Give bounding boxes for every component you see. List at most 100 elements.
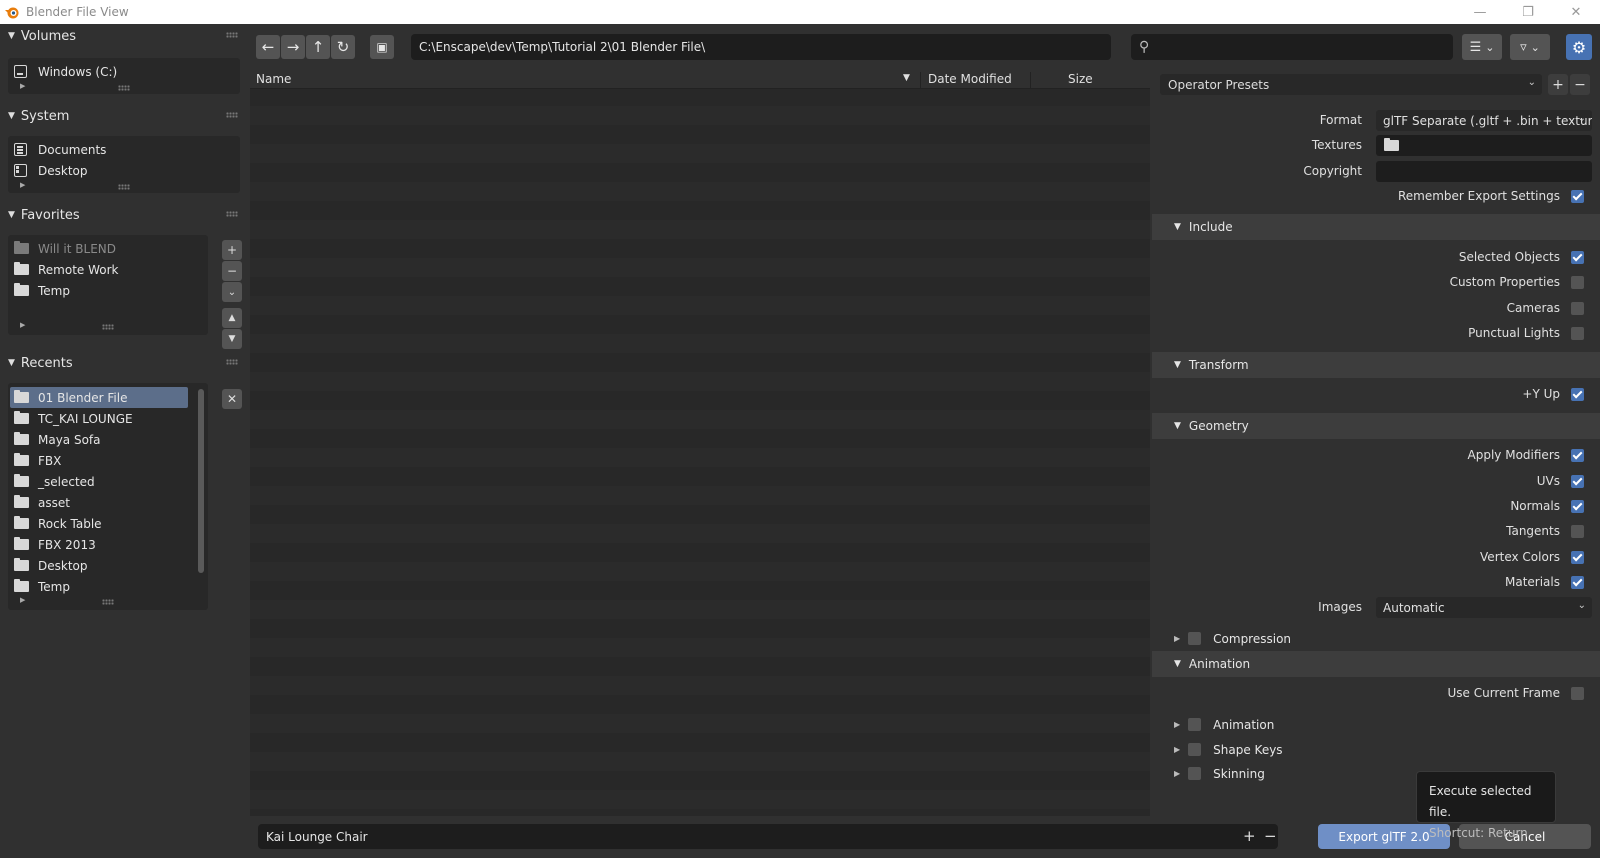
- operator-presets-dropdown[interactable]: Operator Presets ⌄: [1160, 74, 1542, 95]
- filename-input[interactable]: Kai Lounge Chair + −: [258, 824, 1278, 849]
- sidebar-item-tc-kai-lounge[interactable]: TC_KAI LOUNGE: [8, 408, 208, 429]
- sidebar-item-rock-table[interactable]: Rock Table: [8, 513, 208, 534]
- move-up-button[interactable]: ▲: [222, 308, 242, 328]
- copyright-input[interactable]: [1376, 161, 1592, 182]
- textures-input[interactable]: [1376, 135, 1592, 156]
- shape-keys-subpanel[interactable]: ▶ Shape Keys: [1152, 737, 1600, 762]
- increment-filename-button[interactable]: +: [1243, 827, 1256, 845]
- clear-recents-button[interactable]: ✕: [222, 389, 242, 409]
- selected-objects-checkbox[interactable]: [1571, 251, 1584, 264]
- normals-row[interactable]: Normals: [1152, 494, 1600, 519]
- tangents-row[interactable]: Tangents: [1152, 519, 1600, 544]
- add-preset-button[interactable]: +: [1548, 74, 1568, 95]
- resize-grip-icon[interactable]: [102, 324, 114, 330]
- vertex-colors-checkbox[interactable]: [1571, 551, 1584, 564]
- search-input[interactable]: ⚲: [1131, 34, 1453, 60]
- sidebar-item-fbx-2013[interactable]: FBX 2013: [8, 534, 208, 555]
- sidebar-item-asset[interactable]: asset: [8, 492, 208, 513]
- column-separator[interactable]: [920, 72, 921, 89]
- favorites-header[interactable]: ▼ Favorites: [0, 203, 248, 227]
- sidebar-item-01-blender-file[interactable]: 01 Blender File: [10, 387, 188, 408]
- sidebar-item-temp-recent[interactable]: Temp: [8, 576, 208, 597]
- punctual-lights-row[interactable]: Punctual Lights: [1152, 321, 1600, 346]
- animation-checkbox[interactable]: [1188, 718, 1202, 731]
- refresh-button[interactable]: ↻: [331, 35, 355, 59]
- drag-grip-icon[interactable]: [226, 211, 238, 217]
- y-up-checkbox[interactable]: [1571, 388, 1584, 401]
- sidebar-item-will-it-blend[interactable]: Will it BLEND: [8, 238, 208, 259]
- animation-section-header[interactable]: ▼ Animation: [1152, 651, 1600, 677]
- uvs-checkbox[interactable]: [1571, 475, 1584, 488]
- recents-header[interactable]: ▼ Recents: [0, 351, 248, 375]
- sidebar-item-desktop-recent[interactable]: Desktop: [8, 555, 208, 576]
- transform-section-header[interactable]: ▼ Transform: [1152, 352, 1600, 378]
- materials-checkbox[interactable]: [1571, 576, 1584, 589]
- settings-toggle-button[interactable]: ⚙: [1566, 34, 1592, 60]
- remove-favorite-button[interactable]: −: [222, 261, 242, 281]
- shape-keys-checkbox[interactable]: [1188, 743, 1202, 756]
- column-name[interactable]: Name: [256, 72, 291, 86]
- restore-icon[interactable]: ❐: [1504, 0, 1552, 24]
- animation-subpanel[interactable]: ▶ Animation: [1152, 712, 1600, 737]
- remember-export-settings-checkbox[interactable]: [1571, 190, 1584, 203]
- back-button[interactable]: ←: [256, 35, 280, 59]
- drag-grip-icon[interactable]: [226, 32, 238, 38]
- apply-modifiers-checkbox[interactable]: [1571, 449, 1584, 462]
- materials-row[interactable]: Materials: [1152, 570, 1600, 595]
- expand-right-icon[interactable]: ▶: [20, 82, 25, 90]
- directory-path-input[interactable]: C:\Enscape\dev\Temp\Tutorial 2\01 Blende…: [411, 34, 1111, 60]
- sort-descending-icon[interactable]: ▼: [903, 73, 910, 83]
- y-up-row[interactable]: +Y Up: [1152, 382, 1600, 407]
- favorites-menu-button[interactable]: ⌄: [222, 282, 242, 302]
- cameras-row[interactable]: Cameras: [1152, 296, 1600, 321]
- selected-objects-row[interactable]: Selected Objects: [1152, 245, 1600, 270]
- sidebar-item-fbx[interactable]: FBX: [8, 450, 208, 471]
- vertex-colors-row[interactable]: Vertex Colors: [1152, 545, 1600, 570]
- apply-modifiers-row[interactable]: Apply Modifiers: [1152, 443, 1600, 468]
- cameras-checkbox[interactable]: [1571, 302, 1584, 315]
- resize-grip-icon[interactable]: [102, 599, 114, 605]
- expand-right-icon[interactable]: ▶: [20, 181, 25, 189]
- drag-grip-icon[interactable]: [226, 359, 238, 365]
- decrement-filename-button[interactable]: −: [1264, 827, 1277, 845]
- sidebar-item-selected[interactable]: _selected: [8, 471, 208, 492]
- resize-grip-icon[interactable]: [118, 85, 130, 91]
- display-mode-dropdown[interactable]: ☰ ⌄: [1462, 34, 1502, 60]
- minimize-icon[interactable]: —: [1456, 0, 1504, 24]
- sidebar-item-remote-work[interactable]: Remote Work: [8, 259, 208, 280]
- use-current-frame-checkbox[interactable]: [1571, 687, 1584, 700]
- recents-scrollbar[interactable]: [198, 389, 204, 573]
- column-separator[interactable]: [1030, 72, 1031, 89]
- drag-grip-icon[interactable]: [226, 112, 238, 118]
- use-current-frame-row[interactable]: Use Current Frame: [1152, 681, 1600, 706]
- filter-dropdown[interactable]: ▿ ⌄: [1510, 34, 1550, 60]
- add-favorite-button[interactable]: +: [222, 240, 242, 260]
- tangents-checkbox[interactable]: [1571, 525, 1584, 538]
- include-section-header[interactable]: ▼ Include: [1152, 214, 1600, 240]
- system-header[interactable]: ▼ System: [0, 104, 248, 128]
- sidebar-item-maya-sofa[interactable]: Maya Sofa: [8, 429, 208, 450]
- remember-export-settings-row[interactable]: Remember Export Settings: [1152, 184, 1600, 209]
- compression-subpanel[interactable]: ▶ Compression: [1152, 626, 1600, 651]
- skinning-checkbox[interactable]: [1188, 767, 1202, 780]
- parent-directory-button[interactable]: ↑: [306, 35, 330, 59]
- format-dropdown[interactable]: glTF Separate (.gltf + .bin + textur... …: [1376, 110, 1592, 131]
- move-down-button[interactable]: ▼: [222, 329, 242, 349]
- new-folder-button[interactable]: ▣: [370, 35, 394, 59]
- expand-right-icon[interactable]: ▶: [20, 321, 25, 329]
- punctual-lights-checkbox[interactable]: [1571, 327, 1584, 340]
- custom-properties-row[interactable]: Custom Properties: [1152, 270, 1600, 295]
- normals-checkbox[interactable]: [1571, 500, 1584, 513]
- close-icon[interactable]: ✕: [1552, 0, 1600, 24]
- sidebar-item-windows-c[interactable]: Windows (C:): [8, 61, 240, 82]
- folder-icon[interactable]: [1384, 138, 1399, 151]
- expand-right-icon[interactable]: ▶: [20, 596, 25, 604]
- sidebar-item-temp[interactable]: Temp: [8, 280, 208, 301]
- sidebar-item-desktop[interactable]: Desktop: [8, 160, 240, 181]
- column-date-modified[interactable]: Date Modified: [928, 72, 1012, 86]
- resize-grip-icon[interactable]: [118, 184, 130, 190]
- compression-checkbox[interactable]: [1188, 632, 1202, 645]
- images-dropdown[interactable]: Automatic ⌄: [1376, 597, 1592, 618]
- file-list[interactable]: [250, 68, 1150, 816]
- forward-button[interactable]: →: [281, 35, 305, 59]
